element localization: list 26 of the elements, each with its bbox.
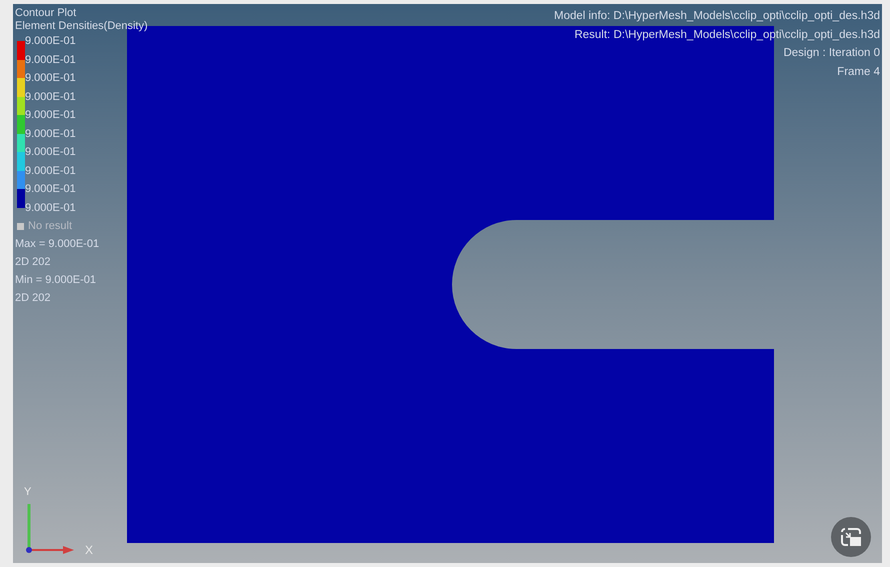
model-info-line: Result: D:\HyperMesh_Models\cclip_opti\cclip_opti_des.h3d [574,28,880,42]
legend-value: 9.000E-01 [25,183,76,197]
legend-value: 9.000E-01 [25,35,76,49]
result-stat: 2D 202 [15,291,50,306]
legend-value: 9.000E-01 [25,202,76,216]
legend-value: 9.000E-01 [25,146,76,160]
no-result-swatch [17,223,24,230]
result-stat: Max = 9.000E-01 [15,237,100,252]
model-info-line: Model info: D:\HyperMesh_Models\cclip_opti\cclip_opti_des.h3d [554,9,880,24]
no-result-label: No result [28,220,72,233]
picture-in-picture-button[interactable] [831,517,871,557]
legend-value: 9.000E-01 [25,128,76,142]
result-stat: Min = 9.000E-01 [15,273,96,288]
legend-value: 9.000E-01 [25,72,76,86]
legend-value: 9.000E-01 [25,109,76,123]
plot-subtitle: Element Densities(Density) [15,20,148,33]
plot-title: Contour Plot [15,7,76,20]
result-stat: 2D 202 [15,255,50,270]
x-axis-label: X [85,542,94,559]
legend-value: 9.000E-01 [25,54,76,68]
legend-value: 9.000E-01 [25,90,76,104]
legend-value: 9.000E-01 [25,164,76,178]
y-axis-label: Y [24,485,32,500]
model-info-line: Design : Iteration 0 [783,46,880,61]
model-info-line: Frame 4 [837,64,880,80]
picture-in-picture-icon [840,527,862,547]
